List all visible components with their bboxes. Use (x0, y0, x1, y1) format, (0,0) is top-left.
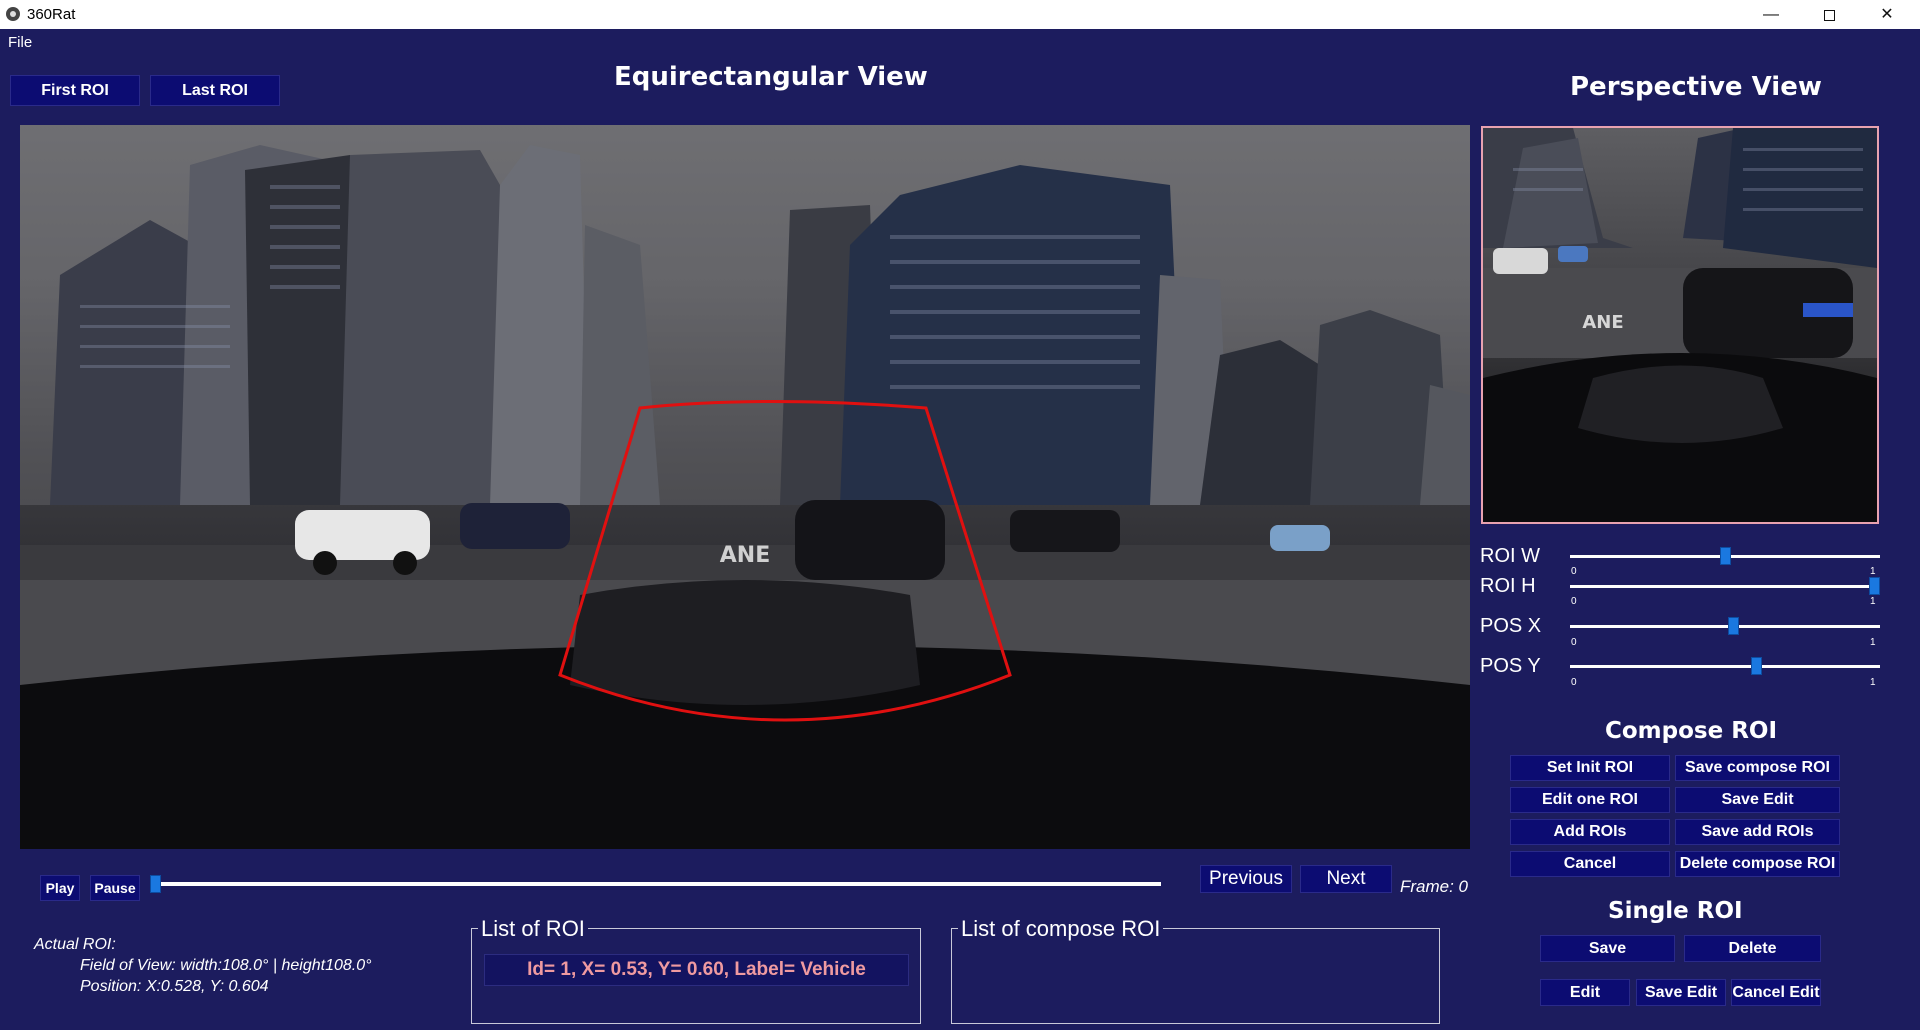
menu-bar: File (0, 29, 1920, 55)
menu-file[interactable]: File (8, 34, 32, 51)
roi-w-max: 1 (1870, 566, 1876, 577)
perspective-scene: ANE (1483, 128, 1877, 522)
title-bar: 360Rat — ✕ (0, 0, 1920, 29)
single-save-edit-button[interactable]: Save Edit (1636, 979, 1726, 1006)
perspective-road-marking: ANE (1582, 312, 1623, 333)
playback-thumb[interactable] (150, 875, 161, 893)
pos-y-min: 0 (1571, 677, 1577, 688)
frame-counter: Frame: 0 (1400, 877, 1469, 896)
equirectangular-scene: ANE (20, 125, 1470, 849)
roi-w-min: 0 (1571, 566, 1577, 577)
roi-h-min: 0 (1571, 596, 1577, 607)
app-icon (6, 7, 20, 21)
actual-roi-title: Actual ROI: (34, 936, 116, 953)
perspective-view: ANE (1481, 126, 1879, 524)
single-delete-button[interactable]: Delete (1684, 935, 1821, 962)
save-add-rois-button[interactable]: Save add ROIs (1675, 819, 1840, 845)
list-of-roi-box: List of ROI Id= 1, X= 0.53, Y= 0.60, Lab… (471, 916, 921, 1024)
maximize-icon (1823, 10, 1835, 21)
actual-roi-position: Position: X:0.528, Y: 0.604 (80, 978, 269, 995)
next-button[interactable]: Next (1300, 865, 1392, 893)
add-rois-button[interactable]: Add ROIs (1510, 819, 1670, 845)
single-edit-button[interactable]: Edit (1540, 979, 1630, 1006)
previous-button[interactable]: Previous (1200, 865, 1292, 893)
set-init-roi-button[interactable]: Set Init ROI (1510, 755, 1670, 781)
pos-x-thumb[interactable] (1727, 617, 1739, 635)
list-of-compose-roi-title: List of compose ROI (958, 916, 1164, 942)
pos-x-min: 0 (1571, 637, 1577, 648)
edit-one-roi-button[interactable]: Edit one ROI (1510, 787, 1670, 813)
minimize-button[interactable]: — (1748, 0, 1794, 29)
roi-h-max: 1 (1870, 596, 1876, 607)
delete-compose-roi-button[interactable]: Delete compose ROI (1675, 851, 1840, 877)
perspective-heading: Perspective View (1570, 72, 1822, 102)
roi-w-thumb[interactable] (1719, 547, 1731, 565)
roi-h-label: ROI H (1480, 575, 1536, 597)
pos-y-max: 1 (1870, 677, 1876, 688)
compose-cancel-button[interactable]: Cancel (1510, 851, 1670, 877)
actual-roi-fov: Field of View: width:108.0° | height108.… (80, 957, 372, 974)
pos-x-track[interactable] (1570, 625, 1880, 628)
save-compose-roi-button[interactable]: Save compose ROI (1675, 755, 1840, 781)
list-of-compose-roi-box: List of compose ROI (951, 916, 1440, 1024)
pos-y-label: POS Y (1480, 655, 1541, 677)
compose-save-edit-button[interactable]: Save Edit (1675, 787, 1840, 813)
play-button[interactable]: Play (40, 875, 80, 901)
playback-track[interactable] (150, 882, 1161, 886)
single-save-button[interactable]: Save (1540, 935, 1675, 962)
pos-y-thumb[interactable] (1750, 657, 1762, 675)
maximize-button[interactable] (1806, 0, 1852, 29)
roi-h-thumb[interactable] (1869, 577, 1880, 595)
last-roi-button[interactable]: Last ROI (150, 75, 280, 106)
list-of-roi-title: List of ROI (478, 916, 588, 942)
roi-list-item[interactable]: Id= 1, X= 0.53, Y= 0.60, Label= Vehicle (484, 954, 909, 986)
window-title: 360Rat (27, 6, 76, 23)
single-cancel-edit-button[interactable]: Cancel Edit (1731, 979, 1821, 1006)
pause-button[interactable]: Pause (90, 875, 140, 901)
single-roi-heading: Single ROI (1608, 898, 1743, 924)
first-roi-button[interactable]: First ROI (10, 75, 140, 106)
road-marking-text: ANE (720, 543, 770, 568)
equirectangular-view[interactable]: ANE (20, 125, 1470, 849)
pos-x-label: POS X (1480, 615, 1542, 637)
equirectangular-heading: Equirectangular View (614, 62, 928, 92)
pos-y-track[interactable] (1570, 665, 1880, 668)
compose-roi-heading: Compose ROI (1605, 718, 1778, 744)
close-button[interactable]: ✕ (1864, 0, 1910, 29)
roi-w-label: ROI W (1480, 545, 1540, 567)
roi-h-track[interactable] (1570, 585, 1880, 588)
pos-x-max: 1 (1870, 637, 1876, 648)
